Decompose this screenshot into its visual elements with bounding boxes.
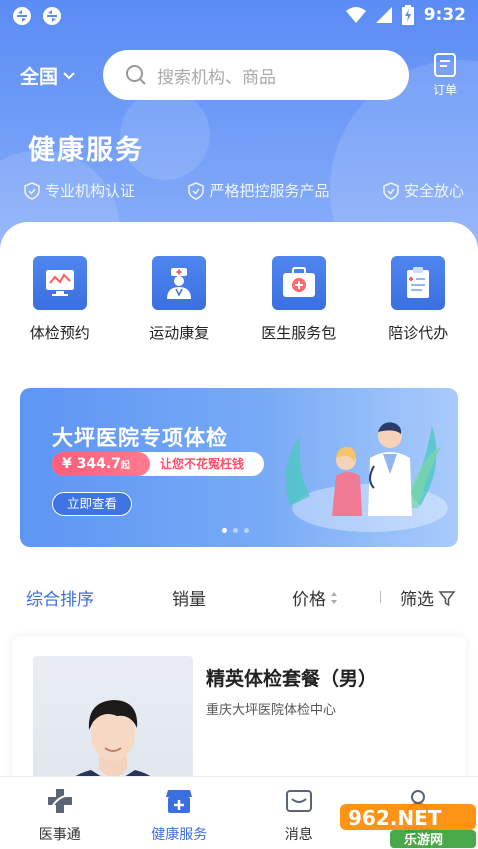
category-label: 医生服务包 (261, 324, 337, 342)
shield-check-icon (188, 181, 205, 200)
tab-label: 消息 (284, 827, 313, 843)
chevron-down-icon (63, 71, 75, 79)
medical-bag-icon (271, 256, 326, 310)
filter-label: 筛选 (400, 590, 434, 610)
status-bar: 9:32 (0, 0, 478, 32)
category-label: 陪诊代办 (388, 324, 449, 342)
battery-charging-icon (401, 5, 414, 25)
watermark-subtext: 乐游网 (404, 832, 443, 848)
product-name: 精英体检套餐（男） (206, 668, 378, 690)
promo-banner[interactable]: 大坪医院专项体检 ¥ 344.7起 让您不花冤枉钱 立即查看 (20, 388, 458, 547)
feature-label: 安全放心 (403, 182, 464, 200)
region-label: 全国 (20, 66, 59, 88)
sort-default-label: 综合排序 (26, 590, 94, 610)
category-item-doctor-package[interactable]: 医生服务包 (239, 256, 359, 343)
search-icon (126, 65, 146, 85)
banner-pagination (222, 528, 249, 533)
banner-cta-button[interactable]: 立即查看 (52, 492, 132, 516)
feature-list: 专业机构认证 严格把控服务产品 安全放心 (24, 180, 464, 201)
banner-price-tag: ¥ 344.7起 让您不花冤枉钱 (52, 452, 264, 476)
watermark-text: 962.NET (348, 806, 442, 830)
status-time: 9:32 (423, 5, 466, 25)
pagination-dot-active (222, 528, 227, 533)
search-placeholder: 搜索机构、商品 (157, 67, 276, 88)
orders-button[interactable]: 订单 (428, 52, 462, 98)
sort-price[interactable]: 价格 (292, 585, 338, 610)
message-icon (283, 785, 315, 817)
category-item-escort[interactable]: 陪诊代办 (359, 256, 478, 343)
price-value: ¥ 344.7 (62, 456, 121, 472)
tab-yishitong[interactable]: 医事通 (0, 777, 120, 849)
feature-item: 专业机构认证 (24, 180, 135, 201)
person-portrait-icon (58, 700, 168, 796)
category-item-checkup[interactable]: 体检预约 (0, 256, 120, 343)
orders-label: 订单 (432, 83, 457, 97)
feature-label: 专业机构认证 (45, 182, 136, 200)
filter-icon (438, 590, 456, 606)
feature-label: 严格把控服务产品 (209, 182, 330, 200)
tab-label: 健康服务 (151, 827, 208, 843)
top-header: 全国 搜索机构、商品 订单 (0, 48, 478, 104)
category-label: 运动康复 (149, 324, 210, 342)
nurse-icon (152, 256, 207, 310)
medical-cross-icon (44, 785, 76, 817)
sort-default[interactable]: 综合排序 (26, 585, 94, 610)
product-org: 重庆大坪医院体检中心 (206, 703, 337, 718)
page-title: 健康服务 (28, 135, 144, 166)
price-suffix: 起 (120, 461, 130, 471)
banner-title: 大坪医院专项体检 (52, 426, 228, 450)
app-notify-icon (13, 7, 31, 25)
pagination-dot (233, 528, 238, 533)
sort-sales-label: 销量 (172, 590, 206, 610)
sort-sales[interactable]: 销量 (172, 585, 206, 610)
monitor-chart-icon (32, 256, 87, 310)
tab-label: 医事通 (38, 827, 81, 843)
banner-price: ¥ 344.7起 (52, 452, 150, 476)
wifi-icon (345, 7, 366, 23)
product-image (33, 656, 193, 796)
sort-bar: 综合排序 销量 价格 筛选 (0, 577, 478, 617)
sort-price-label: 价格 (292, 590, 326, 610)
pagination-dot (244, 528, 249, 533)
shield-check-icon (24, 181, 40, 200)
signal-icon (375, 7, 392, 23)
region-selector[interactable]: 全国 (20, 62, 76, 89)
banner-slogan: 让您不花冤枉钱 (160, 457, 245, 471)
sort-divider (380, 591, 381, 603)
filter-button[interactable]: 筛选 (400, 585, 456, 610)
feature-item: 安全放心 (383, 180, 464, 201)
shield-check-icon (383, 181, 399, 200)
tab-health-services[interactable]: 健康服务 (120, 777, 240, 849)
category-label: 体检预约 (29, 324, 90, 342)
order-list-icon (434, 53, 456, 77)
category-grid: 体检预约 运动康复 医生服务包 陪诊代办 (0, 256, 478, 343)
sort-arrows-icon (331, 591, 337, 604)
feature-item: 严格把控服务产品 (188, 180, 330, 201)
clipboard-icon (391, 256, 446, 310)
shop-plus-icon (163, 785, 195, 817)
doctor-child-illustration (285, 422, 448, 532)
app-notify-icon (43, 7, 61, 25)
search-input[interactable]: 搜索机构、商品 (103, 50, 409, 100)
category-item-rehab[interactable]: 运动康复 (120, 256, 240, 343)
product-card[interactable]: 精英体检套餐（男） 重庆大坪医院体检中心 (12, 636, 466, 796)
site-watermark-logo: 962.NET 乐游网 (340, 804, 476, 848)
